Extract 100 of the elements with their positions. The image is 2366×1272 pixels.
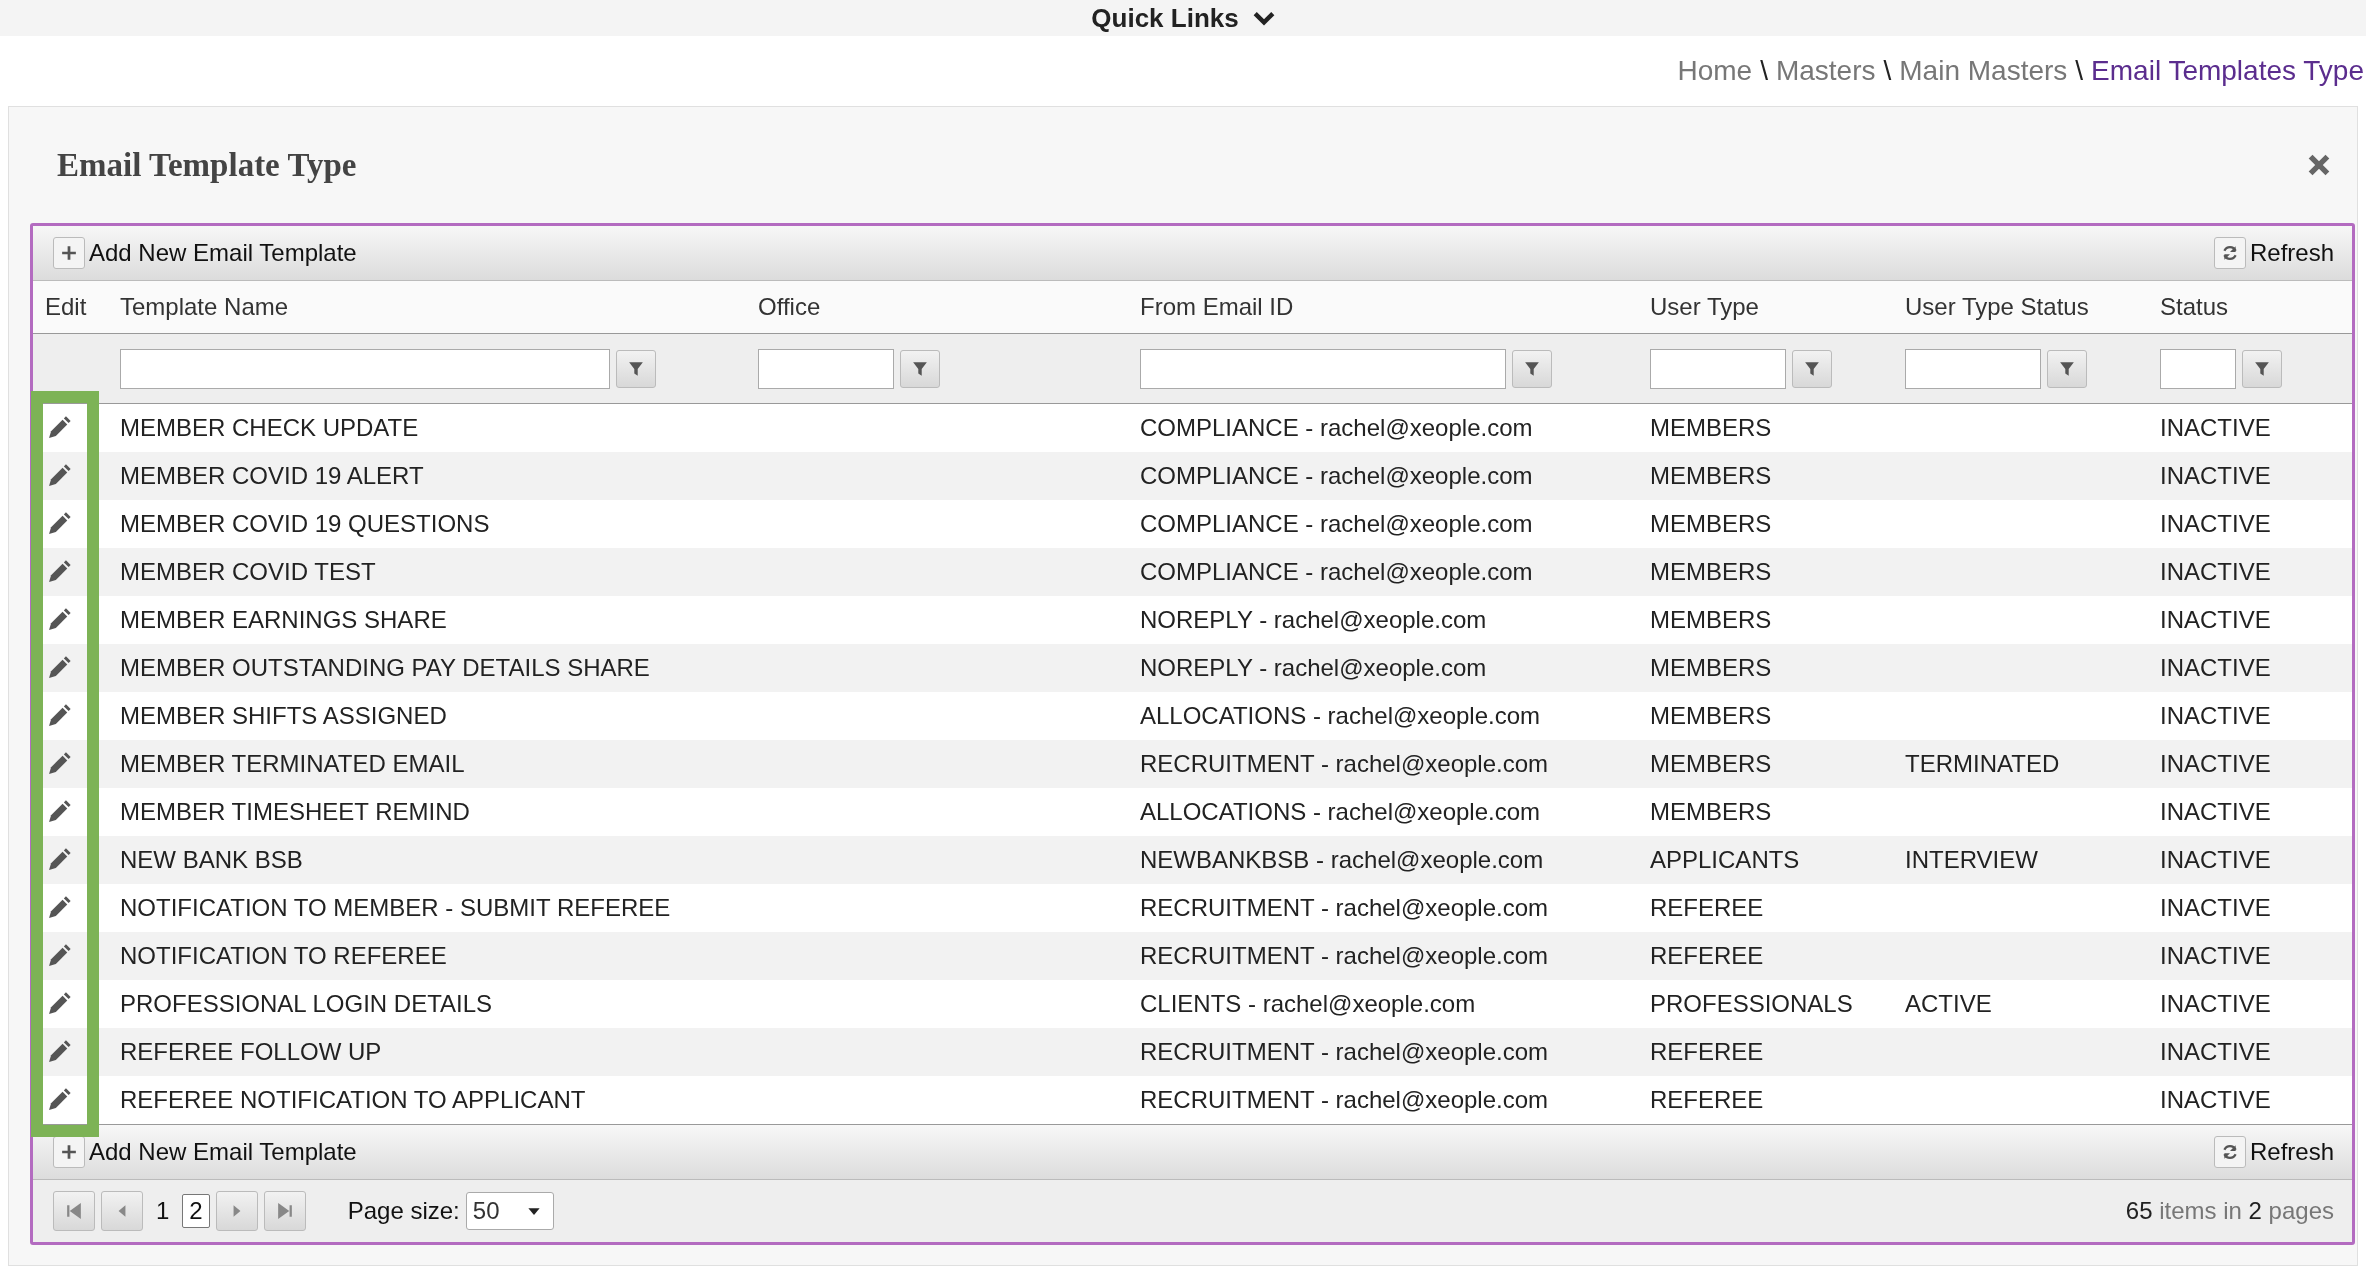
- table-cell: MEMBER EARNINGS SHARE: [108, 596, 746, 644]
- table-cell: REFEREE FOLLOW UP: [108, 1028, 746, 1076]
- table-cell: MEMBERS: [1638, 692, 1893, 740]
- plus-icon: [61, 245, 77, 261]
- page-number[interactable]: 2: [182, 1194, 210, 1228]
- table-cell: MEMBER SHIFTS ASSIGNED: [108, 692, 746, 740]
- filter-field[interactable]: [120, 348, 610, 389]
- refresh-button[interactable]: Refresh: [2213, 237, 2334, 269]
- table-cell: INACTIVE: [2148, 500, 2352, 548]
- breadcrumb-link[interactable]: Main Masters: [1899, 55, 2068, 87]
- table-cell: INACTIVE: [2148, 1028, 2352, 1076]
- caret-icon: [526, 1206, 541, 1216]
- table-cell: MEMBERS: [1638, 500, 1893, 548]
- breadcrumb-separator: \: [2075, 55, 2084, 87]
- table-cell: MEMBERS: [1638, 644, 1893, 692]
- close-icon[interactable]: [2307, 153, 2331, 177]
- table-cell: COMPLIANCE - rachel@xeople.com: [1128, 548, 1638, 596]
- table-cell: APPLICANTS: [1638, 836, 1893, 884]
- page-size-dropdown[interactable]: 50: [465, 1192, 554, 1230]
- table-cell: NEWBANKBSB - rachel@xeople.com: [1128, 836, 1638, 884]
- filter-button[interactable]: [2047, 349, 2087, 388]
- column-header[interactable]: User Type: [1638, 281, 1893, 334]
- table-cell: PROFESSIONALS: [1638, 980, 1893, 1028]
- filter-icon: [628, 360, 644, 377]
- column-header[interactable]: Edit: [33, 281, 108, 334]
- filter-button[interactable]: [2242, 349, 2282, 388]
- filter-field[interactable]: [1650, 348, 1786, 389]
- add-template-button[interactable]: Add New Email Template: [53, 237, 357, 269]
- table-cell: NOREPLY - rachel@xeople.com: [1128, 644, 1638, 692]
- column-header[interactable]: From Email ID: [1128, 281, 1638, 334]
- page-number[interactable]: 1: [149, 1194, 177, 1228]
- table-cell: INACTIVE: [2148, 403, 2352, 452]
- table-cell: COMPLIANCE - rachel@xeople.com: [1128, 500, 1638, 548]
- table-cell: MEMBERS: [1638, 403, 1893, 452]
- table-cell: MEMBERS: [1638, 548, 1893, 596]
- column-header[interactable]: Office: [746, 281, 1128, 334]
- filter-button[interactable]: [900, 349, 940, 388]
- table-cell: INACTIVE: [2148, 644, 2352, 692]
- table-cell: COMPLIANCE - rachel@xeople.com: [1128, 403, 1638, 452]
- table-cell: INACTIVE: [2148, 692, 2352, 740]
- table-cell: RECRUITMENT - rachel@xeople.com: [1128, 932, 1638, 980]
- plus-icon: [61, 1144, 77, 1160]
- breadcrumb-link[interactable]: Home: [1677, 55, 1753, 87]
- column-header[interactable]: User Type Status: [1893, 281, 2148, 334]
- table-cell: INACTIVE: [2148, 788, 2352, 836]
- table-cell: MEMBER CHECK UPDATE: [108, 403, 746, 452]
- table-cell: NOREPLY - rachel@xeople.com: [1128, 596, 1638, 644]
- first-page-button[interactable]: [53, 1191, 95, 1231]
- page-size-label: Page size:: [347, 1197, 460, 1225]
- table-cell: PROFESSIONAL LOGIN DETAILS: [108, 980, 746, 1028]
- table-cell: NOTIFICATION TO MEMBER - SUBMIT REFEREE: [108, 884, 746, 932]
- table-cell: REFEREE: [1638, 884, 1893, 932]
- table-cell: INTERVIEW: [1893, 836, 2148, 884]
- filter-field[interactable]: [1905, 348, 2041, 389]
- last-page-button[interactable]: [263, 1191, 306, 1231]
- table-cell: MEMBER TERMINATED EMAIL: [108, 740, 746, 788]
- refresh-button[interactable]: Refresh: [2213, 1136, 2334, 1168]
- table-cell: ALLOCATIONS - rachel@xeople.com: [1128, 788, 1638, 836]
- table-cell: RECRUITMENT - rachel@xeople.com: [1128, 740, 1638, 788]
- table-cell: NEW BANK BSB: [108, 836, 746, 884]
- table-cell: MEMBERS: [1638, 596, 1893, 644]
- filter-field[interactable]: [2160, 348, 2236, 389]
- table-cell: MEMBER COVID TEST: [108, 548, 746, 596]
- table-cell: MEMBER COVID 19 QUESTIONS: [108, 500, 746, 548]
- table-cell: COMPLIANCE - rachel@xeople.com: [1128, 452, 1638, 500]
- last-page-icon: [276, 1203, 293, 1219]
- table-cell: INACTIVE: [2148, 884, 2352, 932]
- filter-button[interactable]: [1792, 349, 1832, 388]
- filter-button[interactable]: [1512, 349, 1552, 388]
- pager-summary: 65 items in 2 pages: [2125, 1197, 2334, 1225]
- filter-button[interactable]: [616, 349, 656, 388]
- filter-field[interactable]: [758, 348, 894, 389]
- table-cell: ACTIVE: [1893, 980, 2148, 1028]
- filter-icon: [2059, 360, 2075, 377]
- table-cell: NOTIFICATION TO REFEREE: [108, 932, 746, 980]
- table-cell: INACTIVE: [2148, 452, 2352, 500]
- table-cell: RECRUITMENT - rachel@xeople.com: [1128, 1028, 1638, 1076]
- table-cell: CLIENTS - rachel@xeople.com: [1128, 980, 1638, 1028]
- table-cell: REFEREE: [1638, 1028, 1893, 1076]
- breadcrumb-separator: \: [1883, 55, 1892, 87]
- table-cell: TERMINATED: [1893, 740, 2148, 788]
- filter-field[interactable]: [1140, 348, 1506, 389]
- chevron-down-icon: [1252, 10, 1275, 26]
- column-header[interactable]: Template Name: [108, 281, 746, 334]
- table-cell: INACTIVE: [2148, 932, 2352, 980]
- filter-icon: [912, 360, 928, 377]
- table-cell: INACTIVE: [2148, 596, 2352, 644]
- table-cell: INACTIVE: [2148, 740, 2352, 788]
- breadcrumb-link[interactable]: Email Templates Type: [2091, 55, 2364, 87]
- breadcrumb-link[interactable]: Masters: [1775, 55, 1876, 87]
- add-template-button[interactable]: Add New Email Template: [53, 1136, 357, 1168]
- table-cell: REFEREE NOTIFICATION TO APPLICANT: [108, 1076, 746, 1124]
- table-cell: INACTIVE: [2148, 548, 2352, 596]
- table-cell: INACTIVE: [2148, 1076, 2352, 1124]
- filter-icon: [1524, 360, 1540, 377]
- column-header[interactable]: Status: [2148, 281, 2352, 334]
- table-cell: MEMBER OUTSTANDING PAY DETAILS SHARE: [108, 644, 746, 692]
- table-cell: RECRUITMENT - rachel@xeople.com: [1128, 1076, 1638, 1124]
- quick-links-menu[interactable]: Quick Links: [1091, 0, 1275, 36]
- table-cell: INACTIVE: [2148, 836, 2352, 884]
